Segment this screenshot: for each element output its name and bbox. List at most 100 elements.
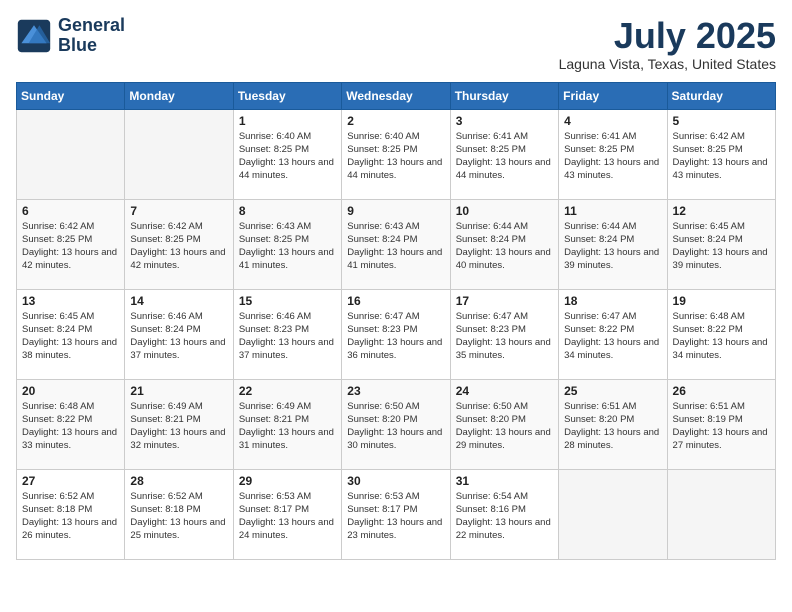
day-number: 26: [673, 384, 770, 398]
day-info: Sunrise: 6:54 AM Sunset: 8:16 PM Dayligh…: [456, 490, 553, 543]
day-number: 25: [564, 384, 661, 398]
calendar-day-cell: 31 Sunrise: 6:54 AM Sunset: 8:16 PM Dayli…: [450, 469, 558, 559]
day-info: Sunrise: 6:51 AM Sunset: 8:20 PM Dayligh…: [564, 400, 661, 453]
day-number: 3: [456, 114, 553, 128]
day-info: Sunrise: 6:51 AM Sunset: 8:19 PM Dayligh…: [673, 400, 770, 453]
calendar-day-cell: 15 Sunrise: 6:46 AM Sunset: 8:23 PM Dayli…: [233, 289, 341, 379]
day-info: Sunrise: 6:40 AM Sunset: 8:25 PM Dayligh…: [239, 130, 336, 183]
logo: General Blue: [16, 16, 125, 56]
day-number: 9: [347, 204, 444, 218]
calendar-day-cell: [667, 469, 775, 559]
calendar-week-row: 1 Sunrise: 6:40 AM Sunset: 8:25 PM Daylig…: [17, 109, 776, 199]
day-info: Sunrise: 6:49 AM Sunset: 8:21 PM Dayligh…: [239, 400, 336, 453]
calendar-day-cell: 18Sunrise: 6:47 AM Sunset: 8:22 PM Dayli…: [559, 289, 667, 379]
location: Laguna Vista, Texas, United States: [559, 56, 776, 72]
day-info: Sunrise: 6:52 AM Sunset: 8:18 PM Dayligh…: [22, 490, 119, 543]
calendar-week-row: 13 Sunrise: 6:45 AM Sunset: 8:24 PM Dayli…: [17, 289, 776, 379]
calendar-day-cell: 1 Sunrise: 6:40 AM Sunset: 8:25 PM Daylig…: [233, 109, 341, 199]
calendar-day-cell: 23Sunrise: 6:50 AM Sunset: 8:20 PM Dayli…: [342, 379, 450, 469]
day-number: 12: [673, 204, 770, 218]
logo-line2: Blue: [58, 36, 125, 56]
calendar-day-cell: 8 Sunrise: 6:43 AM Sunset: 8:25 PM Daylig…: [233, 199, 341, 289]
day-number: 23: [347, 384, 444, 398]
calendar-day-cell: 26 Sunrise: 6:51 AM Sunset: 8:19 PM Dayli…: [667, 379, 775, 469]
day-number: 27: [22, 474, 119, 488]
calendar-day-cell: 10Sunrise: 6:44 AM Sunset: 8:24 PM Dayli…: [450, 199, 558, 289]
day-info: Sunrise: 6:50 AM Sunset: 8:20 PM Dayligh…: [456, 400, 553, 453]
calendar-day-cell: 20 Sunrise: 6:48 AM Sunset: 8:22 PM Dayli…: [17, 379, 125, 469]
day-info: Sunrise: 6:46 AM Sunset: 8:23 PM Dayligh…: [239, 310, 336, 363]
day-number: 14: [130, 294, 227, 308]
day-number: 7: [130, 204, 227, 218]
calendar-day-cell: 21 Sunrise: 6:49 AM Sunset: 8:21 PM Dayli…: [125, 379, 233, 469]
calendar-day-cell: 22 Sunrise: 6:49 AM Sunset: 8:21 PM Dayli…: [233, 379, 341, 469]
calendar-day-cell: 24 Sunrise: 6:50 AM Sunset: 8:20 PM Dayli…: [450, 379, 558, 469]
day-number: 10: [456, 204, 553, 218]
day-number: 19: [673, 294, 770, 308]
day-info: Sunrise: 6:43 AM Sunset: 8:24 PM Dayligh…: [347, 220, 444, 273]
day-number: 21: [130, 384, 227, 398]
day-of-week-header: Sunday: [17, 82, 125, 109]
calendar-day-cell: 17 Sunrise: 6:47 AM Sunset: 8:23 PM Dayli…: [450, 289, 558, 379]
day-number: 1: [239, 114, 336, 128]
day-info: Sunrise: 6:47 AM Sunset: 8:23 PM Dayligh…: [347, 310, 444, 363]
month-title: July 2025: [559, 16, 776, 56]
day-number: 16: [347, 294, 444, 308]
day-info: Sunrise: 6:41 AM Sunset: 8:25 PM Dayligh…: [564, 130, 661, 183]
calendar-day-cell: 19 Sunrise: 6:48 AM Sunset: 8:22 PM Dayli…: [667, 289, 775, 379]
day-number: 4: [564, 114, 661, 128]
day-info: Sunrise: 6:46 AM Sunset: 8:24 PM Dayligh…: [130, 310, 227, 363]
day-info: Sunrise: 6:47 AM Sunset: 8:23 PM Dayligh…: [456, 310, 553, 363]
calendar-day-cell: 13 Sunrise: 6:45 AM Sunset: 8:24 PM Dayli…: [17, 289, 125, 379]
calendar-week-row: 20 Sunrise: 6:48 AM Sunset: 8:22 PM Dayli…: [17, 379, 776, 469]
day-number: 15: [239, 294, 336, 308]
day-info: Sunrise: 6:41 AM Sunset: 8:25 PM Dayligh…: [456, 130, 553, 183]
day-info: Sunrise: 6:40 AM Sunset: 8:25 PM Dayligh…: [347, 130, 444, 183]
day-info: Sunrise: 6:49 AM Sunset: 8:21 PM Dayligh…: [130, 400, 227, 453]
calendar-day-cell: [559, 469, 667, 559]
calendar-week-row: 6Sunrise: 6:42 AM Sunset: 8:25 PM Daylig…: [17, 199, 776, 289]
calendar-week-row: 27 Sunrise: 6:52 AM Sunset: 8:18 PM Dayli…: [17, 469, 776, 559]
calendar-day-cell: 12 Sunrise: 6:45 AM Sunset: 8:24 PM Dayli…: [667, 199, 775, 289]
day-info: Sunrise: 6:45 AM Sunset: 8:24 PM Dayligh…: [22, 310, 119, 363]
day-number: 8: [239, 204, 336, 218]
calendar-day-cell: [17, 109, 125, 199]
day-number: 24: [456, 384, 553, 398]
calendar-day-cell: 9 Sunrise: 6:43 AM Sunset: 8:24 PM Daylig…: [342, 199, 450, 289]
page-header: General Blue July 2025 Laguna Vista, Tex…: [16, 16, 776, 72]
day-info: Sunrise: 6:43 AM Sunset: 8:25 PM Dayligh…: [239, 220, 336, 273]
logo-line1: General: [58, 16, 125, 36]
calendar-day-cell: 5 Sunrise: 6:42 AM Sunset: 8:25 PM Daylig…: [667, 109, 775, 199]
calendar-day-cell: 2Sunrise: 6:40 AM Sunset: 8:25 PM Daylig…: [342, 109, 450, 199]
day-info: Sunrise: 6:48 AM Sunset: 8:22 PM Dayligh…: [673, 310, 770, 363]
day-of-week-header: Wednesday: [342, 82, 450, 109]
day-number: 17: [456, 294, 553, 308]
calendar-day-cell: 28 Sunrise: 6:52 AM Sunset: 8:18 PM Dayli…: [125, 469, 233, 559]
day-of-week-header: Saturday: [667, 82, 775, 109]
title-area: July 2025 Laguna Vista, Texas, United St…: [559, 16, 776, 72]
logo-icon: [16, 18, 52, 54]
day-number: 22: [239, 384, 336, 398]
day-info: Sunrise: 6:42 AM Sunset: 8:25 PM Dayligh…: [673, 130, 770, 183]
day-number: 30: [347, 474, 444, 488]
day-number: 29: [239, 474, 336, 488]
calendar-day-cell: 27 Sunrise: 6:52 AM Sunset: 8:18 PM Dayli…: [17, 469, 125, 559]
day-info: Sunrise: 6:45 AM Sunset: 8:24 PM Dayligh…: [673, 220, 770, 273]
calendar-day-cell: 3 Sunrise: 6:41 AM Sunset: 8:25 PM Daylig…: [450, 109, 558, 199]
day-number: 13: [22, 294, 119, 308]
day-number: 28: [130, 474, 227, 488]
calendar-day-cell: 14 Sunrise: 6:46 AM Sunset: 8:24 PM Dayli…: [125, 289, 233, 379]
day-info: Sunrise: 6:53 AM Sunset: 8:17 PM Dayligh…: [239, 490, 336, 543]
day-number: 5: [673, 114, 770, 128]
day-number: 20: [22, 384, 119, 398]
logo-text: General Blue: [58, 16, 125, 56]
day-number: 18: [564, 294, 661, 308]
calendar-day-cell: 7Sunrise: 6:42 AM Sunset: 8:25 PM Daylig…: [125, 199, 233, 289]
day-number: 11: [564, 204, 661, 218]
day-info: Sunrise: 6:48 AM Sunset: 8:22 PM Dayligh…: [22, 400, 119, 453]
calendar-header-row: SundayMondayTuesdayWednesdayThursdayFrid…: [17, 82, 776, 109]
day-of-week-header: Thursday: [450, 82, 558, 109]
day-info: Sunrise: 6:52 AM Sunset: 8:18 PM Dayligh…: [130, 490, 227, 543]
day-of-week-header: Friday: [559, 82, 667, 109]
day-number: 31: [456, 474, 553, 488]
